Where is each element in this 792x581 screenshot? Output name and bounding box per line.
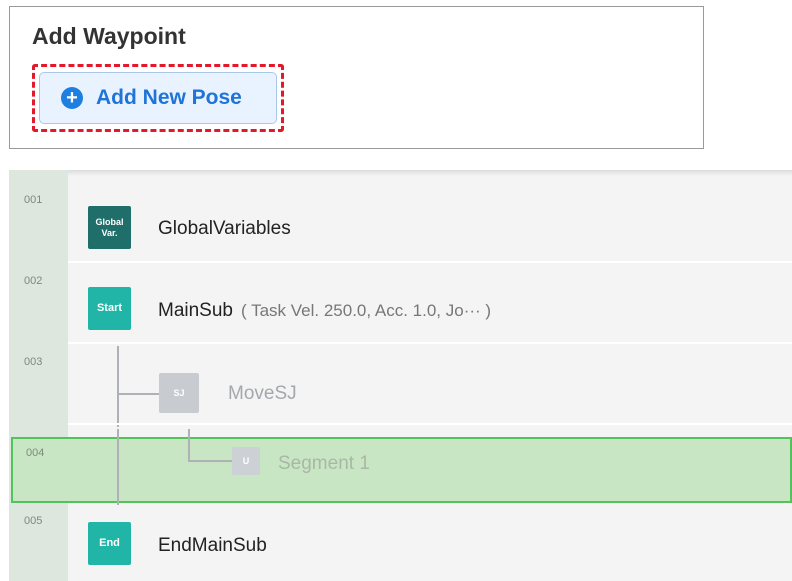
line-number: 002: [24, 275, 43, 287]
add-waypoint-title: Add Waypoint: [32, 23, 186, 49]
tree-connector-vertical: [117, 346, 119, 427]
tree-row-movesj[interactable]: 003 SJ MoveSJ: [9, 346, 792, 427]
task-parameters-note: ( Task Vel. 250.0, Acc. 1.0, Jo··· ): [241, 301, 492, 320]
add-new-pose-button[interactable]: + Add New Pose: [39, 72, 277, 124]
tree-item-label: Segment 1: [278, 453, 370, 474]
tree-row-endmainsub[interactable]: 005 End EndMainSub: [9, 505, 792, 581]
add-waypoint-panel: Add Waypoint + Add New Pose: [9, 6, 704, 149]
tree-item-label: GlobalVariables: [158, 218, 291, 239]
end-badge: End: [88, 522, 131, 565]
tree-item-label: EndMainSub: [158, 535, 267, 556]
line-number: 005: [24, 515, 43, 527]
program-tree: 001 Global Var. GlobalVariables 002 Start…: [9, 170, 792, 581]
add-new-pose-focus-outline: + Add New Pose: [32, 64, 284, 132]
start-badge: Start: [88, 287, 131, 330]
plus-circle-icon: +: [61, 87, 83, 109]
add-new-pose-label: Add New Pose: [96, 86, 242, 109]
tree-connector-vertical-nested: [188, 429, 190, 462]
tree-row-mainsub[interactable]: 002 Start MainSub ( Task Vel. 250.0, Acc.…: [9, 265, 792, 344]
tree-item-label: MoveSJ: [228, 383, 297, 404]
segment-icon: U: [232, 447, 260, 475]
tree-connector-horizontal: [117, 393, 159, 395]
line-number: 004: [26, 447, 45, 459]
line-number: 001: [24, 194, 43, 206]
global-variables-badge: Global Var.: [88, 206, 131, 249]
tree-connector-vertical: [117, 429, 119, 505]
tree-row-segment-1[interactable]: 004 U Segment 1: [11, 429, 792, 505]
tree-connector-horizontal: [188, 460, 233, 462]
line-number: 003: [24, 356, 43, 368]
tree-item-label: MainSub: [158, 300, 233, 321]
movesj-icon: SJ: [159, 373, 199, 413]
tree-row-global-variables[interactable]: 001 Global Var. GlobalVariables: [9, 184, 792, 263]
